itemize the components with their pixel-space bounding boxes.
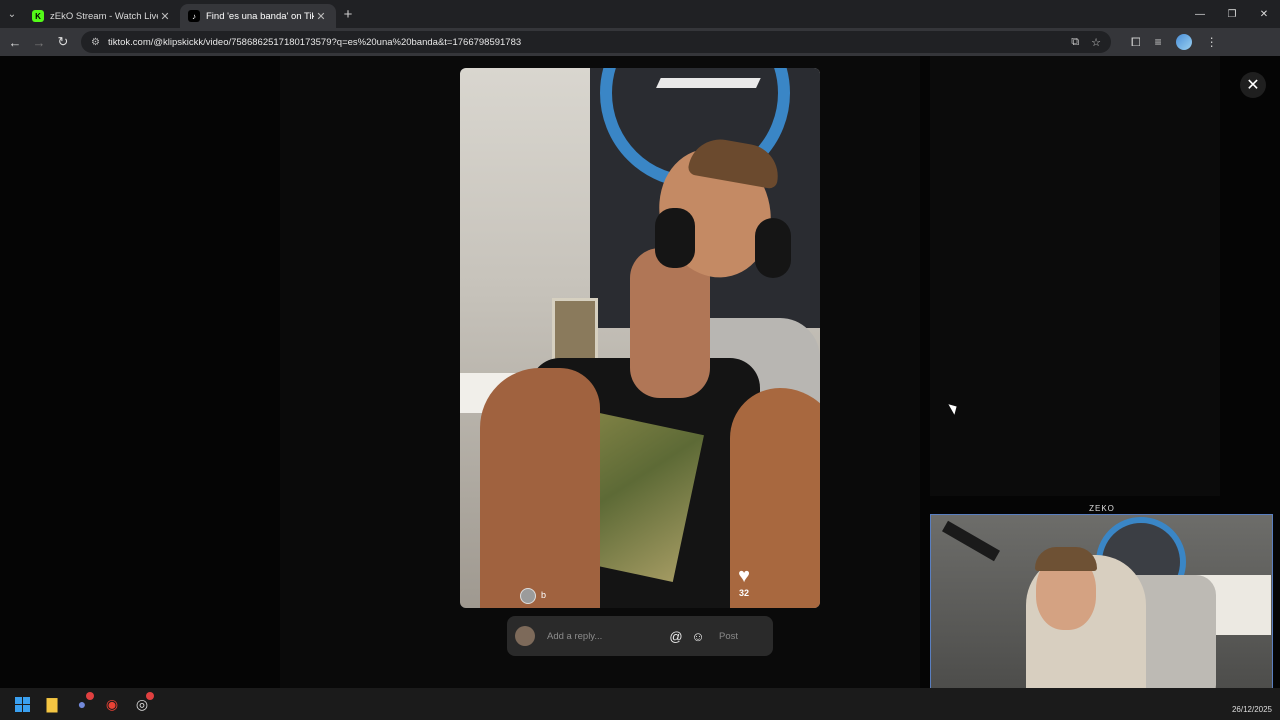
tab-title: Find 'es una banda' on TikTok |: [206, 10, 314, 22]
like-button[interactable]: ♥ 32: [730, 566, 758, 598]
emoji-icon[interactable]: ☺: [687, 629, 709, 644]
reply-bar: @ ☺ Post: [507, 616, 773, 656]
minimize-icon[interactable]: —: [1184, 0, 1216, 28]
install-app-icon[interactable]: ⧉: [1071, 36, 1079, 49]
obs-badge: [146, 692, 154, 700]
window-controls: — ❐ ✕: [1184, 0, 1280, 28]
kick-icon: K: [32, 10, 44, 22]
browser-toolbar: ← → ↻ ⚙ tiktok.com/@klipskickk/video/758…: [0, 28, 1280, 56]
close-icon[interactable]: ✕: [1240, 72, 1266, 98]
tab-tiktok[interactable]: ♪ Find 'es una banda' on TikTok | ✕: [180, 4, 336, 28]
url-text: tiktok.com/@klipskickk/video/75868625171…: [107, 36, 522, 48]
post-button[interactable]: Post: [719, 631, 738, 642]
bookmark-star-icon[interactable]: ☆: [1091, 36, 1101, 49]
tiktok-icon: ♪: [188, 10, 200, 22]
close-window-icon[interactable]: ✕: [1248, 0, 1280, 28]
profile-avatar[interactable]: [1175, 34, 1192, 50]
webcam-label: ZEKO: [1089, 504, 1115, 513]
chrome-icon[interactable]: ◉: [98, 690, 126, 718]
restore-icon[interactable]: ❐: [1216, 0, 1248, 28]
extensions-icon[interactable]: ⧠: [1131, 35, 1141, 50]
webcam-hair: [1035, 547, 1097, 571]
discord-icon[interactable]: ●: [68, 690, 96, 718]
reload-icon[interactable]: ↻: [51, 34, 75, 50]
windows-start-icon[interactable]: [8, 690, 36, 718]
windows-taskbar: ▇ ● ◉ ◎ 26/12/2025: [0, 688, 1280, 720]
video-headphone-left: [655, 208, 695, 268]
video-arm-left: [480, 368, 600, 608]
video-photo-frame: [552, 298, 598, 364]
mention-icon[interactable]: @: [665, 629, 687, 644]
video-headphone-right: [755, 218, 791, 278]
file-explorer-icon[interactable]: ▇: [38, 690, 66, 718]
streamer-webcam: [930, 514, 1273, 706]
heart-icon: ♥: [738, 565, 750, 587]
like-count: 32: [738, 588, 749, 598]
notification-badge: [86, 692, 94, 700]
address-bar[interactable]: ⚙ tiktok.com/@klipskickk/video/758686251…: [81, 31, 1111, 53]
obs-icon[interactable]: ◎: [128, 690, 156, 718]
webcam-mic-arm: [942, 520, 1000, 562]
tab-kick-stream[interactable]: K zEkO Stream - Watch Live on K ✕: [24, 4, 180, 28]
reply-input[interactable]: [547, 630, 665, 642]
browser-tab-bar: ⌄ K zEkO Stream - Watch Live on K ✕ ♪ Fi…: [0, 0, 1280, 28]
forward-icon[interactable]: →: [27, 35, 51, 50]
dimmed-comments-panel: [930, 56, 1220, 496]
back-icon[interactable]: ←: [3, 35, 27, 50]
media-control-icon[interactable]: ≡: [1155, 35, 1162, 49]
video-player[interactable]: [460, 68, 820, 608]
close-tab-icon[interactable]: ✕: [314, 10, 328, 23]
user-avatar: [515, 626, 535, 646]
site-info-icon[interactable]: ⚙: [91, 37, 100, 48]
menu-icon[interactable]: ⋮: [1206, 35, 1218, 49]
taskbar-date: 26/12/2025: [1231, 705, 1272, 714]
tab-search-icon[interactable]: ⌄: [0, 0, 24, 28]
commenter-avatar[interactable]: [520, 588, 536, 604]
tab-title: zEkO Stream - Watch Live on K: [50, 10, 158, 22]
new-tab-button[interactable]: +: [336, 6, 360, 23]
close-tab-icon[interactable]: ✕: [158, 10, 172, 23]
commenter-name[interactable]: b: [541, 590, 546, 600]
